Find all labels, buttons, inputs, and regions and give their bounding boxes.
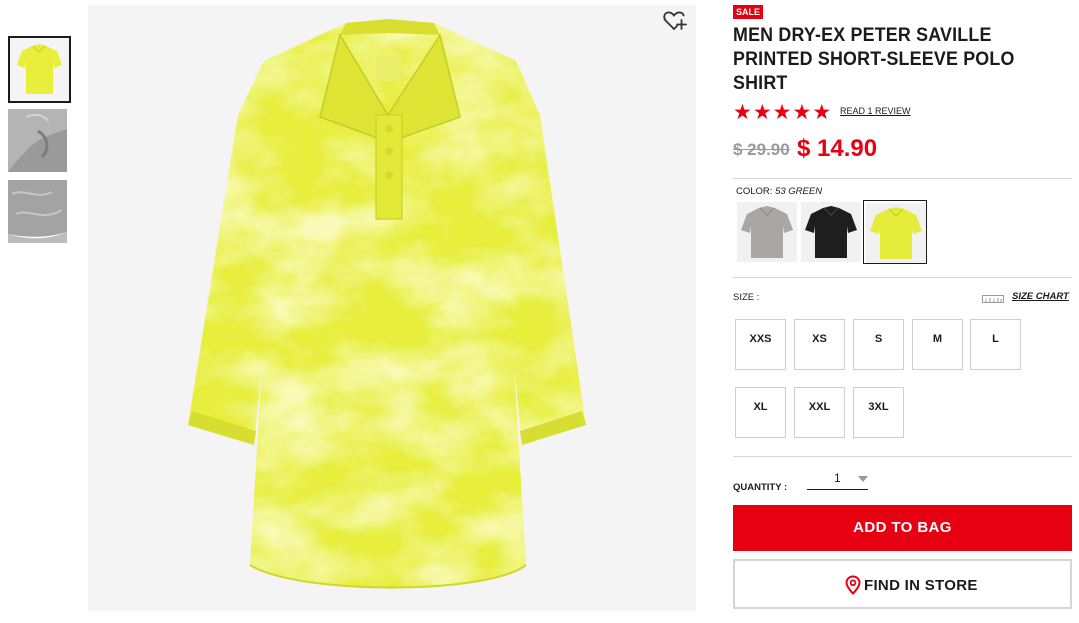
- original-price: $ 29.90: [733, 140, 790, 159]
- sale-badge: SALE: [733, 5, 764, 19]
- thumbnail-sleeve-detail[interactable]: [8, 109, 71, 176]
- color-selected-value: 53 GREEN: [775, 186, 823, 197]
- size-label: SIZE :: [733, 292, 760, 303]
- find-in-store-content: FIND IN STORE: [845, 575, 978, 595]
- star-icon: ★: [733, 100, 752, 124]
- ruler-icon[interactable]: [982, 293, 1004, 303]
- rating-stars: ★ ★ ★ ★ ★: [733, 100, 832, 124]
- size-option-l[interactable]: L: [970, 319, 1021, 370]
- quantity-label: QUANTITY :: [733, 482, 788, 493]
- polo-shirt-image: [188, 19, 586, 589]
- star-icon: ★: [772, 100, 792, 124]
- caret-down-icon: [858, 476, 868, 482]
- color-swatch-gray[interactable]: [735, 200, 799, 264]
- size-option-m[interactable]: M: [912, 319, 963, 370]
- color-swatch-black[interactable]: [799, 200, 863, 264]
- map-pin-icon: [845, 575, 861, 595]
- size-option-xl[interactable]: XL: [735, 387, 786, 438]
- size-option-xs[interactable]: XS: [794, 319, 845, 370]
- quantity-value: 1: [834, 471, 841, 485]
- thumbnail-fabric-detail[interactable]: [8, 180, 71, 247]
- star-icon: ★: [792, 100, 812, 124]
- size-option-3xl[interactable]: 3XL: [853, 387, 904, 438]
- read-review-link[interactable]: READ 1 REVIEW: [840, 106, 911, 116]
- color-label-key: COLOR:: [736, 186, 773, 197]
- quantity-select[interactable]: 1: [807, 468, 868, 490]
- product-main-image: [88, 5, 696, 611]
- divider: [733, 277, 1072, 278]
- size-option-xxl[interactable]: XXL: [794, 387, 845, 438]
- heart-plus-icon[interactable]: [663, 10, 687, 32]
- size-option-xxs[interactable]: XXS: [735, 319, 786, 370]
- star-icon: ★: [752, 100, 772, 124]
- size-chart-link[interactable]: SIZE CHART: [1012, 291, 1069, 302]
- find-in-store-label: FIND IN STORE: [864, 576, 978, 594]
- sale-price: $ 14.90: [797, 135, 878, 162]
- divider: [733, 178, 1072, 179]
- star-icon: ★: [812, 100, 832, 124]
- divider: [733, 456, 1072, 457]
- color-label: COLOR: 53 GREEN: [736, 186, 822, 197]
- find-in-store-button[interactable]: FIND IN STORE: [733, 559, 1072, 609]
- size-option-s[interactable]: S: [853, 319, 904, 370]
- thumbnail-front[interactable]: [8, 36, 71, 103]
- product-title: MEN DRY-EX PETER SAVILLE PRINTED SHORT-S…: [733, 25, 1015, 94]
- color-swatch-green[interactable]: [863, 200, 927, 264]
- add-to-bag-button[interactable]: ADD TO BAG: [733, 505, 1072, 551]
